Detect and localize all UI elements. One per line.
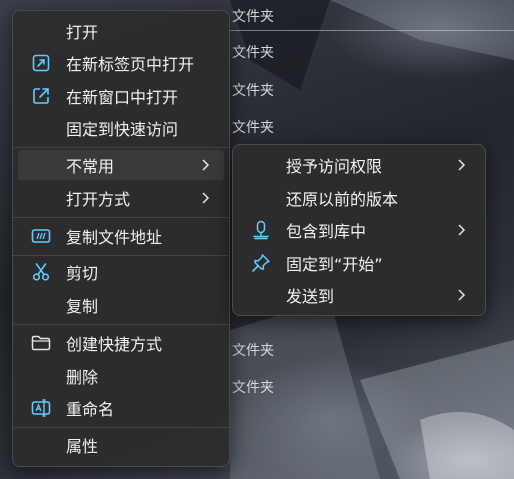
menu-item-label: 还原以前的版本 (286, 190, 399, 209)
chevron-right-icon (200, 158, 210, 172)
menu-item-create-shortcut[interactable]: 创建快捷方式 (18, 328, 224, 358)
submenu-item-include-in-library[interactable]: 包含到库中 (238, 215, 480, 245)
menu-item-label: 包含到库中 (286, 222, 367, 241)
library-icon (250, 219, 272, 241)
context-menu: 打开 在新标签页中打开 在新窗口中打开 固定到快速访问 不常用 打开方式 复制文… (12, 10, 230, 467)
pin-icon (250, 252, 272, 274)
menu-item-open-new-tab[interactable]: 在新标签页中打开 (18, 48, 224, 78)
scissors-icon (30, 261, 52, 283)
menu-item-pin-quick-access[interactable]: 固定到快速访问 (18, 113, 224, 143)
menu-item-delete[interactable]: 删除 (18, 361, 224, 391)
rename-icon (30, 397, 52, 419)
menu-item-label: 打开 (66, 23, 99, 42)
menu-item-label: 创建快捷方式 (66, 335, 163, 354)
menu-item-label: 发送到 (286, 287, 335, 306)
menu-item-label: 重命名 (66, 400, 115, 419)
menu-item-label: 在新窗口中打开 (66, 88, 179, 107)
chevron-right-icon (456, 223, 466, 237)
folder-icon (30, 332, 52, 354)
menu-item-label: 属性 (66, 437, 99, 456)
menu-separator (13, 255, 229, 256)
submenu-item-pin-to-start[interactable]: 固定到“开始” (238, 248, 480, 278)
menu-item-label: 固定到“开始” (286, 255, 383, 274)
submenu-item-restore-versions[interactable]: 还原以前的版本 (238, 183, 480, 213)
chevron-right-icon (200, 191, 210, 205)
menu-item-copy-path[interactable]: 复制文件地址 (18, 221, 224, 251)
menu-separator (13, 217, 229, 218)
list-header-divider (230, 30, 514, 31)
menu-item-label: 复制 (66, 297, 99, 316)
list-item-type: 文件夹 (232, 83, 274, 99)
menu-item-label: 打开方式 (66, 190, 131, 209)
menu-item-open-with[interactable]: 打开方式 (18, 183, 224, 213)
menu-item-label: 剪切 (66, 264, 99, 283)
new-tab-icon (30, 52, 52, 74)
submenu-item-grant-access[interactable]: 授予访问权限 (238, 150, 480, 180)
chevron-right-icon (456, 158, 466, 172)
menu-separator (13, 147, 229, 148)
menu-item-more-options[interactable]: 不常用 (18, 150, 224, 180)
menu-item-open-new-window[interactable]: 在新窗口中打开 (18, 81, 224, 111)
menu-item-copy[interactable]: 复制 (18, 290, 224, 320)
menu-item-label: 删除 (66, 368, 99, 387)
menu-item-cut[interactable]: 剪切 (18, 257, 224, 287)
menu-separator (13, 324, 229, 325)
submenu-item-send-to[interactable]: 发送到 (238, 280, 480, 310)
list-item-type: 文件夹 (232, 9, 274, 25)
more-options-submenu: 授予访问权限 还原以前的版本 包含到库中 固定到“开始” 发送到 (232, 144, 486, 316)
menu-item-label: 授予访问权限 (286, 157, 383, 176)
list-item-type: 文件夹 (232, 380, 274, 396)
new-window-icon (30, 85, 52, 107)
list-item-type: 文件夹 (232, 343, 274, 359)
menu-item-label: 复制文件地址 (66, 228, 163, 247)
copy-path-icon (30, 225, 52, 247)
menu-item-properties[interactable]: 属性 (18, 430, 224, 460)
menu-item-label: 不常用 (66, 157, 115, 176)
list-item-type: 文件夹 (232, 45, 274, 61)
menu-item-rename[interactable]: 重命名 (18, 393, 224, 423)
menu-item-label: 在新标签页中打开 (66, 55, 195, 74)
menu-separator (13, 427, 229, 428)
menu-item-open[interactable]: 打开 (18, 16, 224, 46)
chevron-right-icon (456, 288, 466, 302)
list-item-type: 文件夹 (232, 120, 274, 136)
menu-item-label: 固定到快速访问 (66, 120, 179, 139)
